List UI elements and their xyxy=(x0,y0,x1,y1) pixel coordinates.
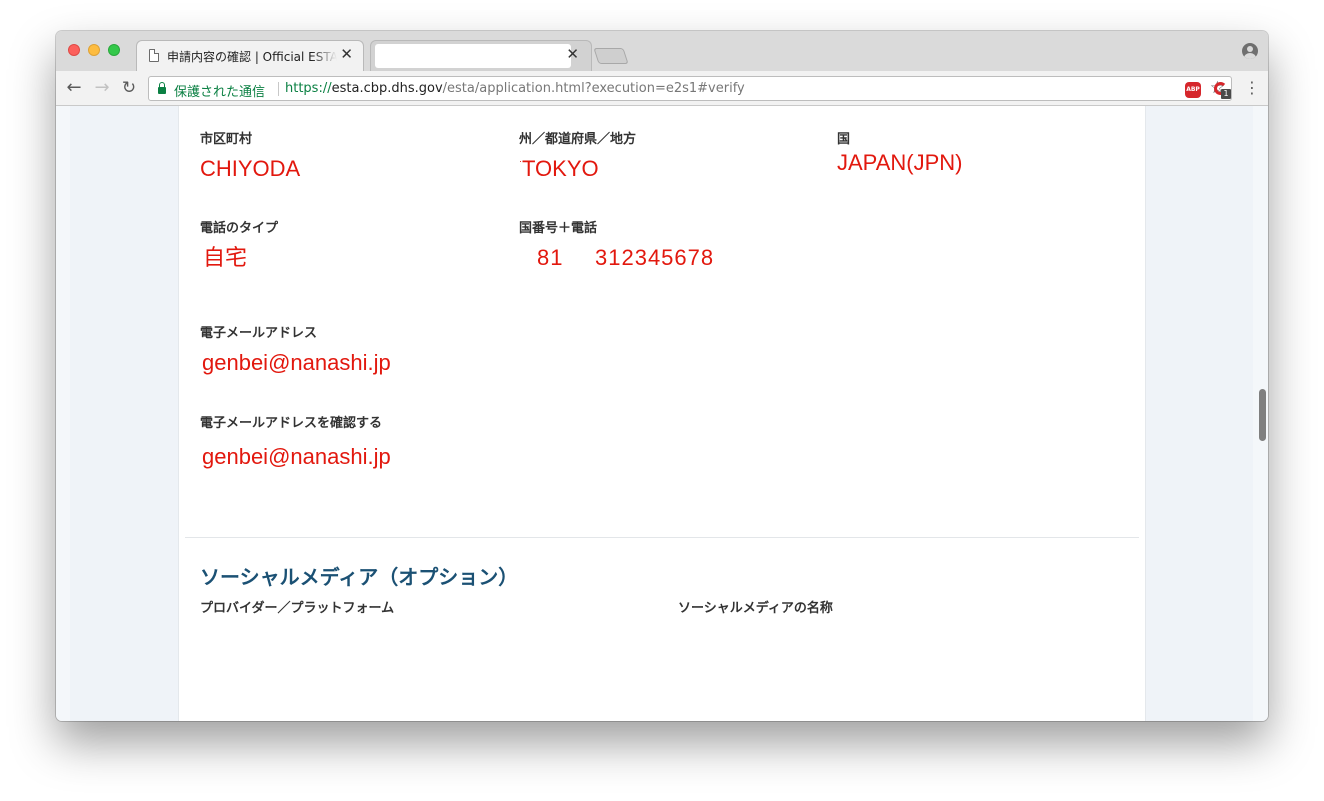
url-host: esta.cbp.dhs.gov xyxy=(331,81,443,96)
tab-close-icon[interactable]: ✕ xyxy=(340,45,353,63)
page-icon xyxy=(149,49,159,62)
lock-icon[interactable] xyxy=(158,82,166,94)
tab-blank[interactable]: ✕ xyxy=(370,40,592,71)
country-label: 国 xyxy=(837,132,851,147)
email-value: genbei@nanashi.jp xyxy=(202,350,391,375)
address-bar[interactable]: 保護された通信 https://esta.cbp.dhs.gov/esta/ap… xyxy=(148,76,1232,101)
state-text: TOKYO xyxy=(522,156,599,181)
profile-icon[interactable] xyxy=(1242,43,1258,59)
address-divider xyxy=(278,82,279,96)
url-scheme: https:// xyxy=(285,81,332,96)
email-label: 電子メールアドレス xyxy=(200,326,318,341)
phone-label: 国番号＋電話 xyxy=(519,221,598,236)
state-field: 州／都道府県／地方 ·TOKYO xyxy=(519,128,637,181)
url-path: /esta/application.html?execution=e2s1#ve… xyxy=(442,81,745,96)
provider-label: プロバイダー／プラットフォーム xyxy=(200,601,395,616)
zoom-window-button[interactable] xyxy=(108,44,120,56)
browser-window: 申請内容の確認 | Official ESTA Application Webs… xyxy=(56,31,1268,721)
email-confirm-value: genbei@nanashi.jp xyxy=(202,444,391,469)
state-label: 州／都道府県／地方 xyxy=(519,132,637,147)
city-field: 市区町村 CHIYODA xyxy=(200,128,300,181)
extension-badge: 1 xyxy=(1221,89,1231,99)
section-divider xyxy=(185,537,1139,538)
page-background-right xyxy=(1146,106,1253,721)
adblock-plus-icon[interactable]: ABP xyxy=(1185,82,1201,98)
scrollbar-thumb[interactable] xyxy=(1259,389,1266,441)
phone-type-label: 電話のタイプ xyxy=(200,221,279,236)
forward-arrow-icon[interactable]: → xyxy=(91,77,113,99)
country-value: JAPAN(JPN) xyxy=(837,150,963,175)
tab-esta-application[interactable]: 申請内容の確認 | Official ESTA Application Webs… xyxy=(136,40,364,71)
email-field: 電子メールアドレス genbei@nanashi.jp xyxy=(200,322,391,375)
city-value: CHIYODA xyxy=(200,156,301,181)
phone-type-value: 自宅 xyxy=(203,245,248,270)
url-text[interactable]: https://esta.cbp.dhs.gov/esta/applicatio… xyxy=(285,81,745,96)
phone-type-field: 電話のタイプ 自宅 xyxy=(200,217,279,270)
social-name-label: ソーシャルメディアの名称 xyxy=(678,601,833,616)
social-name-field: ソーシャルメディアの名称 xyxy=(678,597,833,616)
phone-field: 国番号＋電話 81 312345678 xyxy=(519,217,713,270)
application-review-panel: 市区町村 CHIYODA 州／都道府県／地方 ·TOKYO 国 JAPAN(JP… xyxy=(178,106,1146,721)
reload-icon[interactable]: ↻ xyxy=(118,77,140,99)
extension-icon[interactable]: 1 xyxy=(1213,81,1231,99)
browser-toolbar: ← → ↻ 保護された通信 https://esta.cbp.dhs.gov/e… xyxy=(56,71,1268,106)
tab-close-icon[interactable]: ✕ xyxy=(566,45,579,63)
minimize-window-button[interactable] xyxy=(88,44,100,56)
phone-number: 312345678 xyxy=(595,245,715,270)
close-window-button[interactable] xyxy=(68,44,80,56)
secure-connection-label[interactable]: 保護された通信 xyxy=(174,81,265,100)
phone-country-code: 81 xyxy=(537,245,564,270)
social-media-heading: ソーシャルメディア（オプション） xyxy=(200,565,519,589)
page-viewport: 市区町村 CHIYODA 州／都道府県／地方 ·TOKYO 国 JAPAN(JP… xyxy=(56,106,1268,721)
country-field: 国 JAPAN(JPN) xyxy=(837,128,963,175)
provider-field: プロバイダー／プラットフォーム xyxy=(200,597,394,616)
state-value: ·TOKYO xyxy=(519,156,599,182)
email-confirm-label: 電子メールアドレスを確認する xyxy=(200,416,383,431)
back-arrow-icon[interactable]: ← xyxy=(63,77,85,99)
tab-strip: 申請内容の確認 | Official ESTA Application Webs… xyxy=(56,31,1268,71)
city-label: 市区町村 xyxy=(200,132,253,147)
page-background-left xyxy=(70,106,178,721)
menu-dots-icon[interactable]: ⋮ xyxy=(1244,77,1260,99)
tab-title: 申請内容の確認 | Official ESTA Application Webs… xyxy=(167,50,337,64)
new-tab-button[interactable] xyxy=(593,48,629,64)
email-confirm-field: 電子メールアドレスを確認する genbei@nanashi.jp xyxy=(200,412,391,469)
tab-title xyxy=(375,44,571,68)
